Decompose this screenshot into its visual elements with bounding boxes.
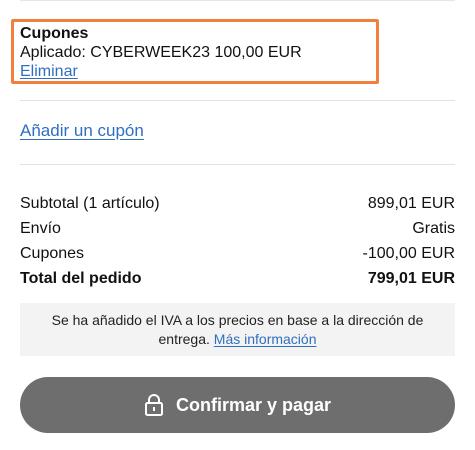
summary-row-total: Total del pedido 799,01 EUR xyxy=(20,266,455,291)
summary-row-label: Envío xyxy=(20,220,61,237)
order-summary: Subtotal (1 artículo) 899,01 EUR Envío G… xyxy=(20,191,455,291)
summary-row-shipping: Envío Gratis xyxy=(20,216,455,241)
coupon-section-title: Cupones xyxy=(20,25,89,42)
summary-row-value: 899,01 EUR xyxy=(367,195,455,212)
lock-icon xyxy=(144,394,163,416)
top-divider xyxy=(20,0,455,1)
confirm-button-label: Confirmar y pagar xyxy=(175,394,332,415)
summary-row-value: Gratis xyxy=(412,220,455,237)
summary-row-label: Subtotal (1 artículo) xyxy=(20,195,160,212)
section-divider xyxy=(20,100,455,101)
applied-coupon-text: Aplicado: CYBERWEEK23 100,00 EUR xyxy=(20,44,302,61)
summary-row-subtotal: Subtotal (1 artículo) 899,01 EUR xyxy=(20,191,455,216)
remove-coupon-link[interactable]: Eliminar xyxy=(20,62,302,81)
summary-row-label: Cupones xyxy=(20,245,85,262)
summary-row-value: -100,00 EUR xyxy=(362,245,456,262)
add-coupon-link[interactable]: Añadir un cupón xyxy=(20,121,144,141)
confirm-and-pay-button[interactable]: Confirmar y pagar xyxy=(20,377,455,433)
total-label: Total del pedido xyxy=(20,270,142,287)
more-info-link[interactable]: Más información xyxy=(214,331,317,347)
vat-notice: Se ha añadido el IVA a los precios en ba… xyxy=(20,303,455,356)
summary-row-coupons: Cupones -100,00 EUR xyxy=(20,241,455,266)
coupon-section: Cupones Aplicado: CYBERWEEK23 100,00 EUR… xyxy=(20,24,302,81)
section-divider xyxy=(20,164,455,165)
total-value: 799,01 EUR xyxy=(367,270,455,287)
